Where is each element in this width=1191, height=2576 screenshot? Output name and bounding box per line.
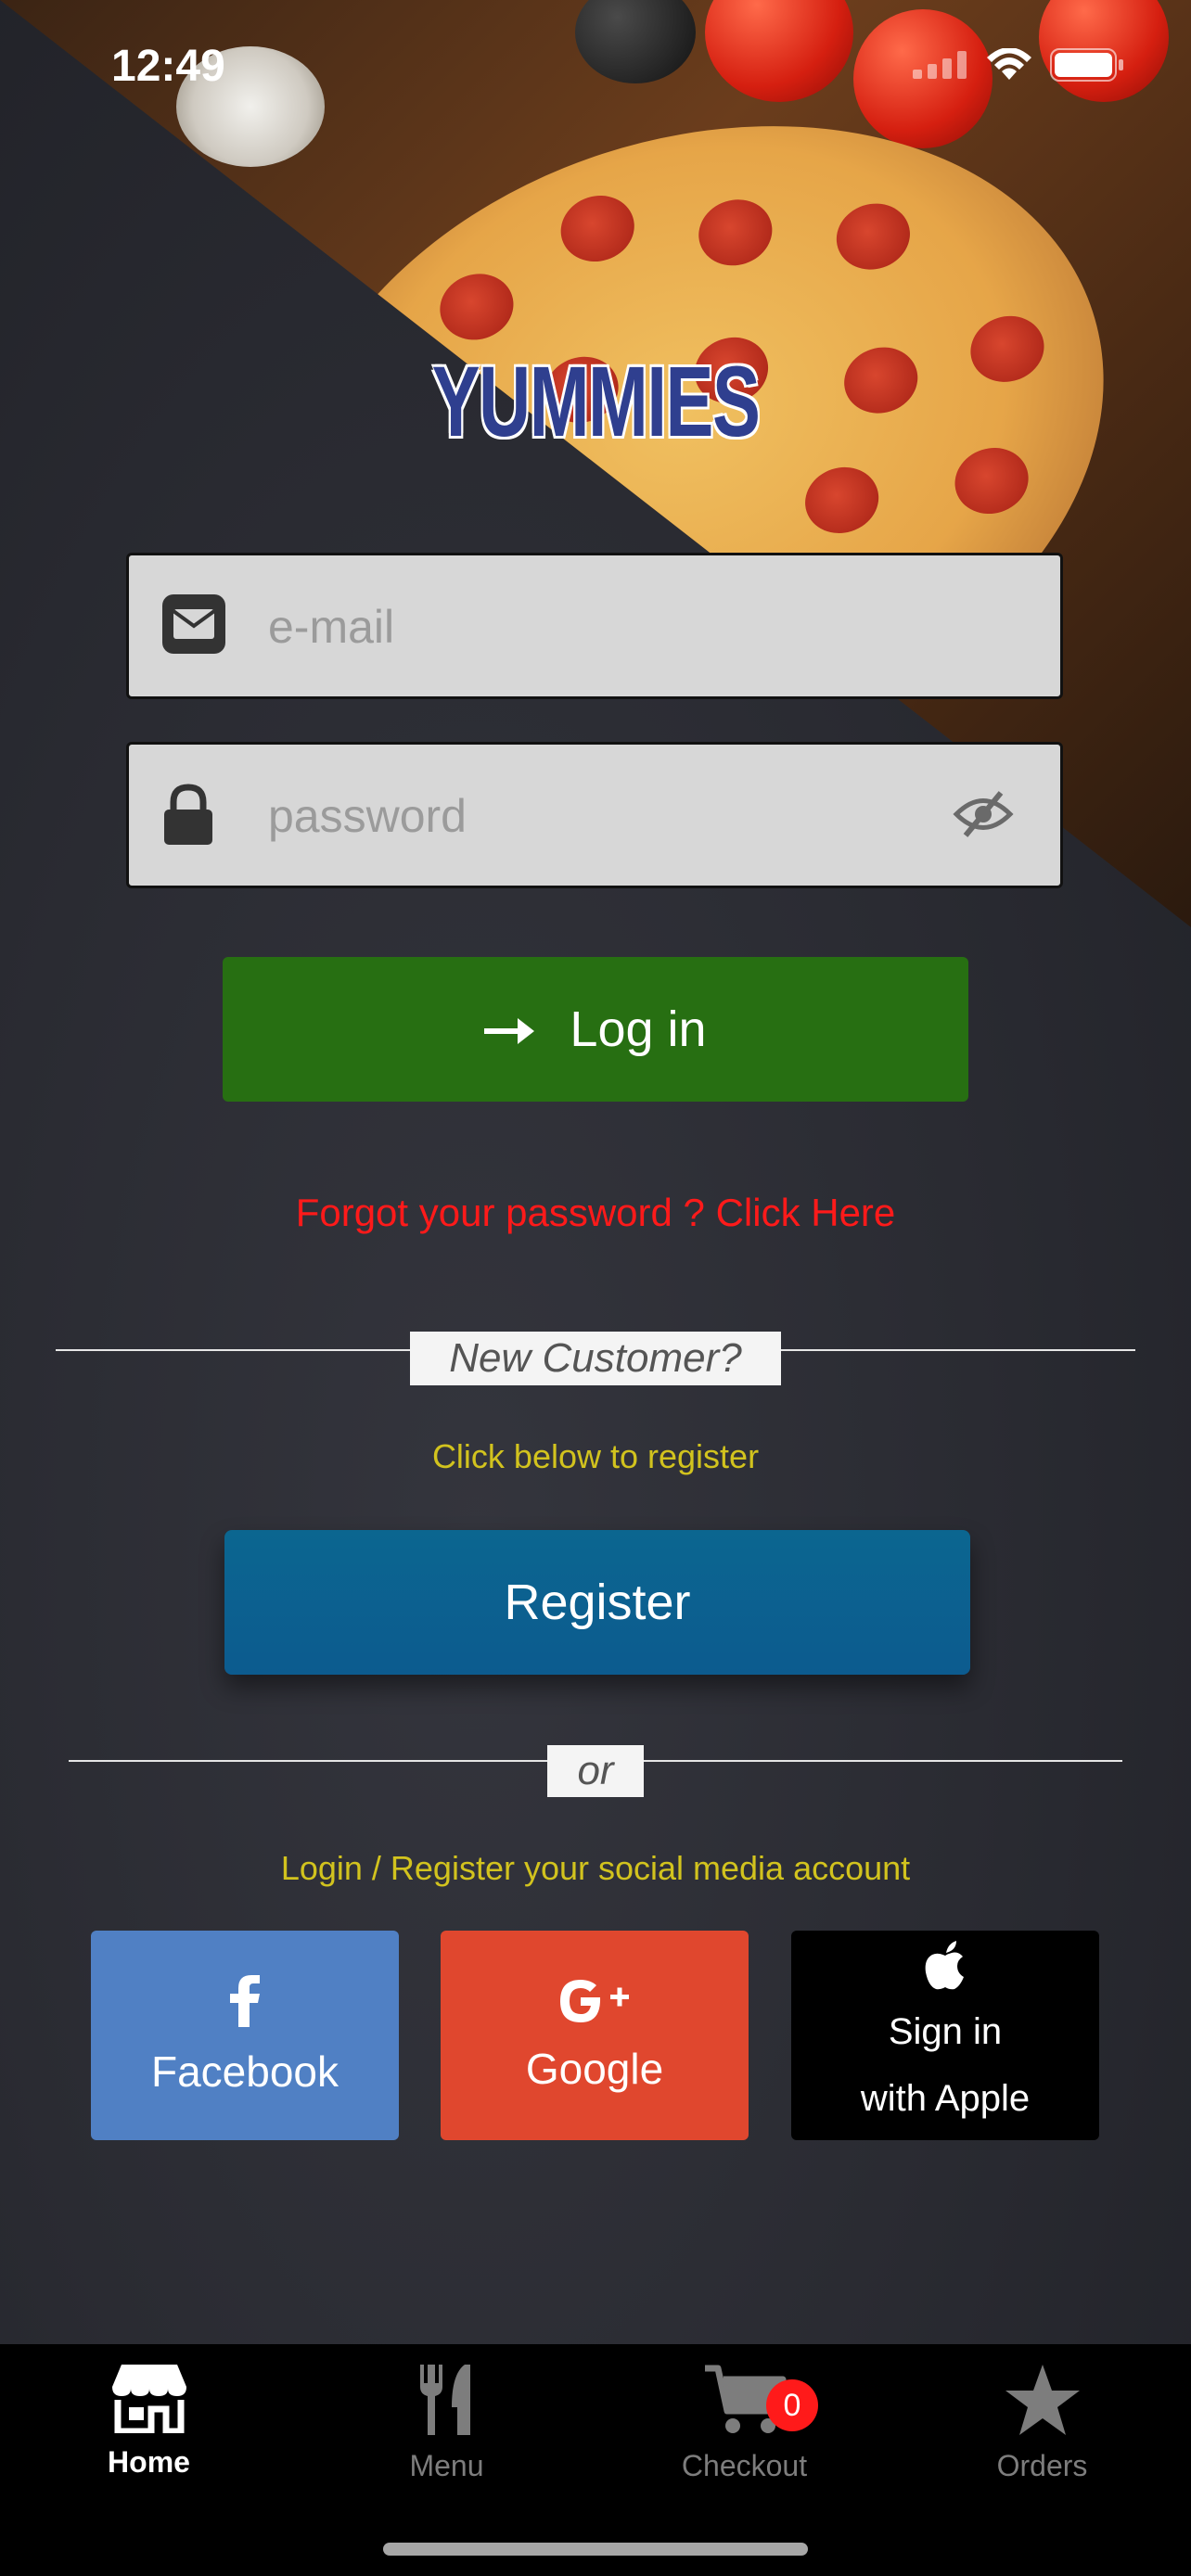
email-field[interactable]	[126, 553, 1063, 699]
password-input[interactable]	[266, 745, 919, 887]
tab-menu-label: Menu	[409, 2449, 484, 2482]
forgot-password-link[interactable]: Forgot your password ? Click Here	[0, 1191, 1191, 1235]
login-button-label: Log in	[570, 1001, 707, 1057]
eye-slash-icon[interactable]	[953, 789, 1014, 844]
apple-label: Sign in with Apple	[861, 1998, 1030, 2132]
tab-checkout[interactable]: 0 Checkout	[596, 2363, 893, 2483]
google-label: Google	[525, 2044, 664, 2093]
tab-checkout-label: Checkout	[681, 2449, 808, 2482]
social-subtext: Login / Register your social media accou…	[280, 1849, 911, 1887]
app-logo: YUMMIES	[431, 345, 761, 457]
arrow-right-icon	[484, 1001, 536, 1058]
tab-orders[interactable]: Orders	[893, 2363, 1191, 2483]
envelope-icon	[160, 593, 227, 660]
login-button[interactable]: Log in	[223, 957, 968, 1102]
apple-label-line1: Sign in	[888, 2010, 1003, 2052]
fork-knife-icon	[415, 2363, 480, 2442]
pepperoni	[827, 194, 919, 279]
pepperoni	[796, 457, 888, 543]
lock-icon	[160, 782, 216, 851]
apple-icon	[924, 1940, 967, 1995]
facebook-icon	[229, 1974, 261, 2032]
register-button-label: Register	[504, 1575, 691, 1630]
pepperoni	[552, 185, 644, 272]
store-icon	[110, 2363, 188, 2438]
pepperoni	[689, 190, 781, 275]
email-input[interactable]	[266, 555, 919, 698]
star-icon	[1004, 2363, 1082, 2442]
status-bar: 12:49	[0, 0, 1191, 130]
apple-sign-in-button[interactable]: Sign in with Apple	[791, 1931, 1099, 2140]
bottom-tab-bar: Home Menu 0 Checkout Orders	[0, 2344, 1191, 2576]
new-customer-heading: New Customer?	[410, 1332, 781, 1385]
tab-home[interactable]: Home	[0, 2363, 298, 2480]
wifi-icon	[987, 48, 1031, 80]
facebook-label: Facebook	[150, 2047, 339, 2096]
google-plus-icon	[558, 1978, 631, 2029]
tab-menu[interactable]: Menu	[298, 2363, 596, 2483]
status-time: 12:49	[111, 42, 225, 91]
password-field[interactable]	[126, 742, 1063, 888]
pepperoni	[431, 264, 522, 350]
login-screen: 12:49 YUMMIES e-mail Log in Forgot your …	[0, 0, 1191, 2576]
google-button[interactable]: Google	[441, 1931, 749, 2140]
apple-label-line2: with Apple	[860, 2077, 1031, 2119]
signal-icon	[913, 51, 967, 79]
facebook-button[interactable]: Facebook	[91, 1931, 399, 2140]
or-label: or	[547, 1745, 644, 1797]
tab-home-label: Home	[108, 2445, 190, 2479]
battery-icon	[1050, 48, 1123, 82]
status-icons	[913, 48, 1124, 82]
cart-badge: 0	[766, 2379, 818, 2431]
home-indicator[interactable]	[383, 2543, 808, 2556]
tab-orders-label: Orders	[996, 2449, 1088, 2482]
register-button[interactable]: Register	[224, 1530, 970, 1675]
register-subtext: Click below to register	[431, 1437, 760, 1475]
